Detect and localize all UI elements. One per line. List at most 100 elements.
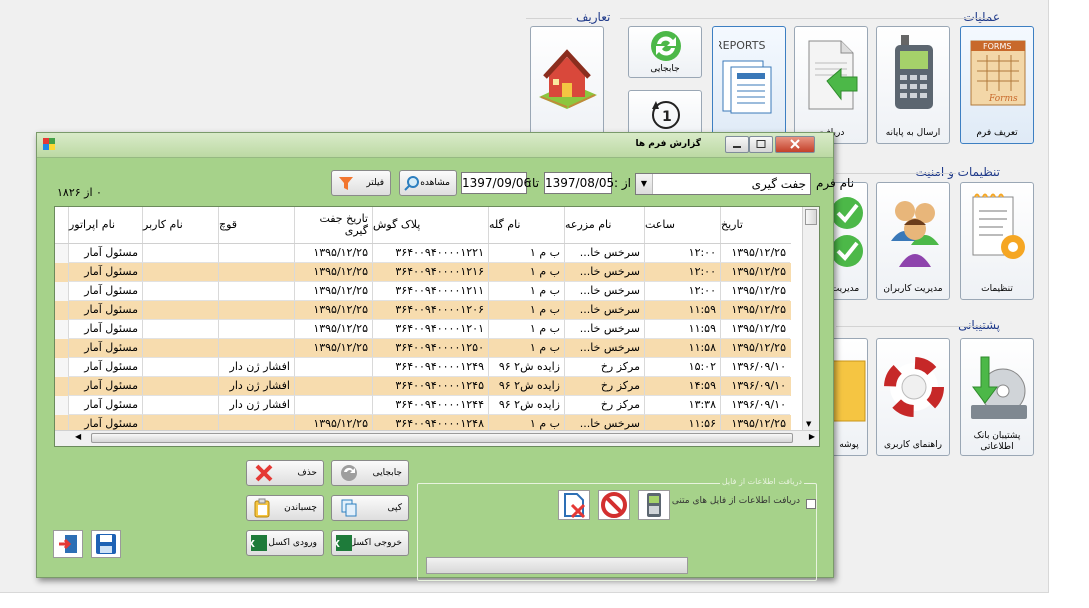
- tile-settings[interactable]: تنظیمات: [960, 182, 1034, 300]
- terminal-button[interactable]: [638, 490, 670, 520]
- column-header[interactable]: نام کاربر: [142, 207, 218, 243]
- table-cell: ب م ۱: [488, 282, 564, 301]
- cancel-button[interactable]: [598, 490, 630, 520]
- view-button[interactable]: مشاهده: [399, 170, 457, 196]
- floppy-disk-icon: [96, 534, 116, 554]
- table-row[interactable]: ۱۳۹۵/۱۲/۲۵ ۱۲:۰۰ سرخس خا... ب م ۱ ۳۶۴۰۰۹۴۰۰۰…: [55, 244, 791, 263]
- tile-label: راهنمای کاربری: [883, 440, 943, 450]
- transfer-button[interactable]: جابجایی: [331, 460, 409, 486]
- tile-receive[interactable]: دریافت: [794, 26, 868, 144]
- table-cell: ۱۳۹۶/۰۹/۱۰: [720, 358, 790, 377]
- tile-bank-backup[interactable]: پشتیبان بانک اطلاعاتی: [960, 338, 1034, 456]
- table-row[interactable]: ۱۳۹۵/۱۲/۲۵ ۱۲:۰۰ سرخس خا... ب م ۱ ۳۶۴۰۰۹۴۰۰۰…: [55, 282, 791, 301]
- scroll-left-icon[interactable]: ◀: [75, 432, 81, 441]
- table-row[interactable]: ۱۳۹۵/۱۲/۲۵ ۱۱:۵۹ سرخس خا... ب م ۱ ۳۶۴۰۰۹۴۰۰۰…: [55, 320, 791, 339]
- from-date-field[interactable]: 1397/08/05: [544, 172, 614, 194]
- svg-text:FORMS: FORMS: [983, 42, 1011, 51]
- text-file-checkbox[interactable]: [806, 499, 816, 509]
- excel-import-button[interactable]: ورودی اکسل X: [246, 530, 324, 556]
- table-row[interactable]: ۱۳۹۵/۱۲/۲۵ ۱۱:۵۸ سرخس خا... ب م ۱ ۳۶۴۰۰۹۴۰۰۰…: [55, 339, 791, 358]
- table-cell: ۱۵:۰۲: [644, 358, 720, 377]
- delete-file-button[interactable]: [558, 490, 590, 520]
- table-row[interactable]: ۱۳۹۵/۱۲/۲۵ ۱۲:۰۰ سرخس خا... ب م ۱ ۳۶۴۰۰۹۴۰۰۰…: [55, 263, 791, 282]
- window-title: گزارش فرم ها: [635, 139, 702, 149]
- table-row[interactable]: ۱۳۹۵/۱۲/۲۵ ۱۱:۵۹ سرخس خا... ب م ۱ ۳۶۴۰۰۹۴۰۰۰…: [55, 301, 791, 320]
- tile-label: مدیریت کاربران: [883, 284, 943, 294]
- form-name-select[interactable]: جفت گیری ▼: [635, 173, 811, 195]
- paste-button[interactable]: چسباندن: [246, 495, 324, 521]
- file-import-panel-title: دریافت اطلاعات از فایل: [719, 477, 804, 486]
- tile-label: تعریف فرم: [976, 128, 1018, 138]
- maximize-button[interactable]: [749, 136, 773, 153]
- reports-icon: REPORTS: [719, 39, 772, 114]
- tile-label: تنظیمات: [981, 284, 1013, 294]
- scroll-right-icon[interactable]: ▶: [809, 432, 815, 441]
- tile-send-terminal[interactable]: ارسال به پایانه: [876, 26, 950, 144]
- exit-button[interactable]: [53, 530, 83, 558]
- tile-definitions-farm[interactable]: [530, 26, 604, 144]
- records-grid[interactable]: تاریخ ساعت نام مزرعه نام گله پلاک گوش تاریخ ج…: [54, 206, 820, 447]
- table-row[interactable]: ۱۳۹۶/۰۹/۱۰ ۱۴:۵۹ مرکز رخ زایده ش۲ ۹۶ ۳۶۴۰۰۹۴…: [55, 377, 791, 396]
- column-header[interactable]: تاریخ: [720, 207, 790, 243]
- table-cell: سرخس خا...: [564, 282, 644, 301]
- table-cell: [218, 282, 294, 301]
- column-header[interactable]: نام گله: [488, 207, 564, 243]
- table-row[interactable]: ۱۳۹۶/۰۹/۱۰ ۱۵:۰۲ مرکز رخ زایده ش۲ ۹۶ ۳۶۴۰۰۹۴…: [55, 358, 791, 377]
- delete-button[interactable]: حذف: [246, 460, 324, 486]
- tile-reports[interactable]: REPORTS: [712, 26, 786, 144]
- chevron-down-icon[interactable]: ▼: [636, 174, 653, 194]
- paste-button-label: چسباندن: [284, 503, 317, 513]
- horizontal-scrollbar[interactable]: ◀ ▶: [55, 430, 819, 446]
- table-cell: ۱۲:۰۰: [644, 282, 720, 301]
- column-header[interactable]: تاریخ جفت گیری: [294, 207, 372, 243]
- vertical-scrollbar[interactable]: ▼: [802, 207, 819, 430]
- minimize-button[interactable]: [725, 136, 749, 153]
- refresh-arrows-icon: [651, 31, 681, 61]
- table-cell: [294, 396, 372, 415]
- table-cell: مرکز رخ: [564, 396, 644, 415]
- table-cell: ۱۱:۵۹: [644, 301, 720, 320]
- magnifier-icon: [404, 176, 419, 191]
- save-button[interactable]: [91, 530, 121, 558]
- table-cell: ب م ۱: [488, 339, 564, 358]
- tile-transfer[interactable]: جابجایی: [628, 26, 702, 78]
- table-cell: [142, 320, 218, 339]
- handheld-terminal-icon: [647, 493, 661, 517]
- window-body: نام فرم جفت گیری ▼ از : 1397/08/05 تا: 1…: [37, 158, 854, 581]
- excel-icon: X: [336, 535, 352, 551]
- form-name-label: نام فرم: [816, 176, 855, 190]
- column-header[interactable]: نام مزرعه: [564, 207, 644, 243]
- scroll-down-icon[interactable]: ▼: [806, 420, 811, 428]
- table-cell: مسئول آمار: [68, 339, 142, 358]
- column-header[interactable]: پلاک گوش: [372, 207, 488, 243]
- maximize-icon: [756, 140, 766, 148]
- table-cell: [142, 263, 218, 282]
- scroll-thumb[interactable]: [91, 433, 793, 443]
- text-file-checkbox-label[interactable]: دریافت اطلاعات از فایل های متنی: [672, 496, 800, 506]
- group-title-definitions: تعاریف: [576, 10, 611, 24]
- scroll-thumb[interactable]: [805, 209, 817, 225]
- filter-button[interactable]: فیلتر: [331, 170, 391, 196]
- table-row[interactable]: ۱۳۹۶/۰۹/۱۰ ۱۳:۳۸ مرکز رخ زایده ش۲ ۹۶ ۳۶۴۰۰۹۴…: [55, 396, 791, 415]
- excel-export-button[interactable]: خروجی اکسل X: [331, 530, 409, 556]
- table-cell: [142, 282, 218, 301]
- column-header[interactable]: نام اپراتور: [68, 207, 142, 243]
- close-button[interactable]: [775, 136, 815, 153]
- column-header[interactable]: ساعت: [644, 207, 720, 243]
- table-cell: ۱۳۹۵/۱۲/۲۵: [294, 339, 372, 358]
- svg-text:X: X: [336, 539, 340, 550]
- copy-button[interactable]: کپی: [331, 495, 409, 521]
- tile-user-guide[interactable]: راهنمای کاربری: [876, 338, 950, 456]
- column-header[interactable]: قوچ: [218, 207, 294, 243]
- window-titlebar[interactable]: گزارش فرم ها: [37, 133, 833, 158]
- table-cell: زایده ش۲ ۹۶: [488, 377, 564, 396]
- record-count: ۰ از ۱۸۲۶: [57, 186, 102, 199]
- table-cell: ۱۳۹۵/۱۲/۲۵: [720, 244, 790, 263]
- to-date-field[interactable]: 1397/09/06: [461, 172, 531, 194]
- table-cell: ۱۳۹۵/۱۲/۲۵: [720, 263, 790, 282]
- farm-house-icon: [539, 49, 597, 109]
- tile-user-management[interactable]: مدیریت کاربران: [876, 182, 950, 300]
- lifebuoy-icon: [884, 357, 944, 417]
- tile-define-form[interactable]: FORMS Forms تعریف فرم: [960, 26, 1034, 144]
- group-title-settings: تنظیمات و امنیت: [915, 165, 1000, 179]
